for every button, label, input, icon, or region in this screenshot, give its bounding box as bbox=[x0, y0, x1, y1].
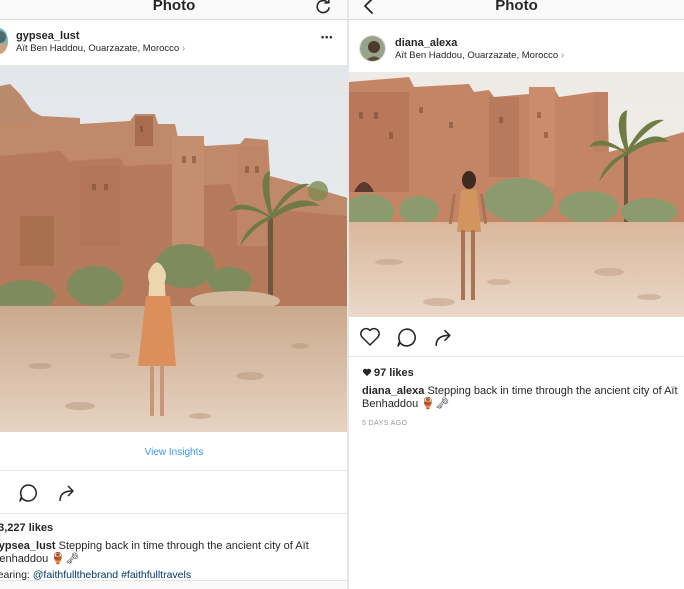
left-post-view: Photo gypsea_lust Aït Ben Haddou, Ouarza… bbox=[0, 0, 348, 589]
left-insights-divider bbox=[0, 470, 348, 471]
right-username[interactable]: diana_alexa bbox=[395, 37, 457, 49]
right-post-photo[interactable] bbox=[349, 72, 684, 317]
heart-filled-icon bbox=[362, 368, 372, 377]
comment-icon[interactable] bbox=[18, 483, 38, 508]
right-post-header: diana_alexa Aït Ben Haddou, Ouarzazate, … bbox=[349, 30, 684, 74]
right-navigation-bar: Photo bbox=[349, 0, 684, 20]
right-caption-username[interactable]: diana_alexa bbox=[362, 385, 424, 397]
right-location[interactable]: Aït Ben Haddou, Ouarzazate, Morocco › bbox=[395, 50, 564, 61]
right-location-text: Aït Ben Haddou, Ouarzazate, Morocco bbox=[395, 50, 559, 61]
left-location[interactable]: Aït Ben Haddou, Ouarzazate, Morocco › bbox=[16, 43, 185, 54]
share-icon[interactable] bbox=[58, 483, 78, 508]
right-timestamp: 5 DAYS AGO bbox=[362, 420, 408, 427]
left-avatar[interactable] bbox=[0, 28, 8, 54]
left-caption-username[interactable]: gypsea_lust bbox=[0, 540, 56, 552]
left-caption-line2: Benhaddou 🏺🗝 bbox=[0, 553, 79, 565]
right-caption-line2: Benhaddou 🏺🗝 bbox=[362, 398, 449, 410]
right-actions-divider bbox=[349, 356, 684, 357]
left-header-title: Photo bbox=[152, 0, 196, 14]
right-post-view: Photo diana_alexa Aït Ben Haddou, Ouarza… bbox=[349, 0, 684, 589]
right-avatar[interactable] bbox=[359, 35, 386, 62]
right-likes-text: 97 likes bbox=[374, 367, 414, 379]
left-location-text: Aït Ben Haddou, Ouarzazate, Morocco bbox=[16, 43, 180, 54]
share-icon[interactable] bbox=[434, 327, 455, 353]
left-caption: gypsea_lust Stepping back in time throug… bbox=[0, 540, 348, 566]
left-username[interactable]: gypsea_lust bbox=[16, 30, 80, 42]
left-navigation-bar: Photo bbox=[0, 0, 348, 20]
comment-icon[interactable] bbox=[396, 327, 417, 353]
more-options-button[interactable]: ••• bbox=[321, 32, 333, 42]
heart-icon[interactable] bbox=[359, 327, 381, 352]
left-location-chevron-icon: › bbox=[181, 43, 186, 54]
right-location-chevron-icon: › bbox=[560, 50, 565, 61]
right-like-count[interactable]: 97 likes bbox=[362, 367, 414, 379]
heart-icon[interactable] bbox=[0, 484, 7, 507]
left-caption-text: Stepping back in time through the ancien… bbox=[58, 540, 309, 552]
right-caption: diana_alexa Stepping back in time throug… bbox=[362, 385, 684, 411]
left-like-count[interactable]: 33,227 likes bbox=[0, 522, 53, 534]
right-caption-text: Stepping back in time through the ancien… bbox=[427, 385, 678, 397]
left-actions-divider bbox=[0, 513, 348, 514]
right-header-title: Photo bbox=[495, 0, 538, 14]
view-insights-link[interactable]: View Insights bbox=[0, 447, 348, 458]
left-bottom-bar bbox=[0, 580, 348, 589]
left-post-photo[interactable] bbox=[0, 66, 348, 432]
refresh-icon[interactable] bbox=[314, 0, 332, 21]
left-post-header: gypsea_lust Aït Ben Haddou, Ouarzazate, … bbox=[0, 22, 348, 66]
